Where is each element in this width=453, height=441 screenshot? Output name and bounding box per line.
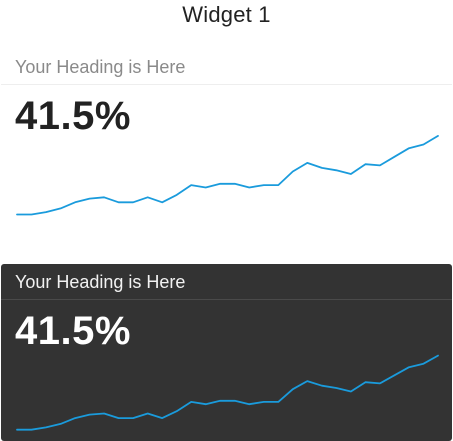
widget-card-light: Your Heading is Here 41.5% [1, 49, 452, 254]
widget-value: 41.5% [15, 309, 131, 353]
widget-heading: Your Heading is Here [15, 272, 186, 292]
widget-heading: Your Heading is Here [15, 57, 186, 77]
heading-divider [1, 84, 452, 85]
widget-card-dark: Your Heading is Here 41.5% [1, 264, 452, 441]
sparkline-series-line [16, 135, 439, 216]
page-title: Widget 1 [182, 2, 271, 27]
sparkline-series-line [16, 354, 439, 431]
heading-divider [1, 299, 452, 300]
sparkline-chart [16, 354, 439, 431]
sparkline-chart [16, 135, 439, 216]
widget-page: Widget 1 Your Heading is Here 41.5% Your… [0, 0, 453, 441]
